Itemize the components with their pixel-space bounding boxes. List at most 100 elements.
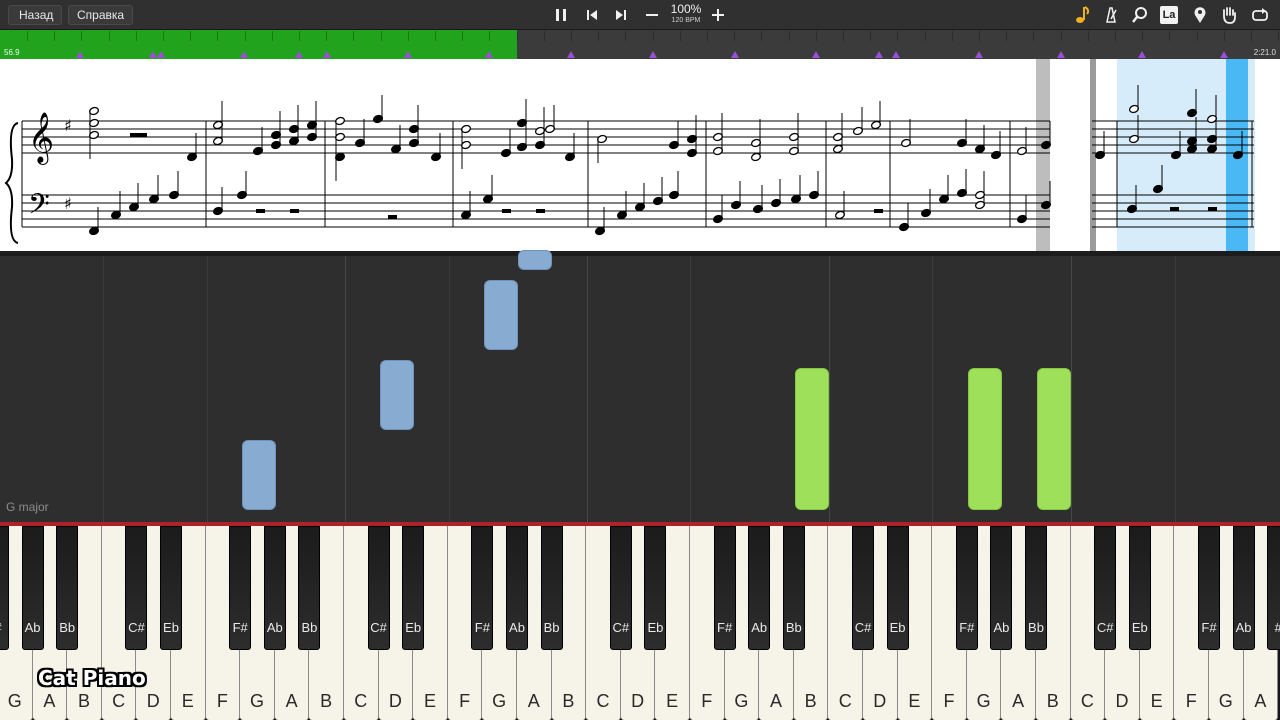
black-key[interactable]: F# [1198, 526, 1220, 650]
black-key[interactable]: C# [609, 526, 632, 650]
rest [1170, 207, 1179, 211]
black-key[interactable]: Bb [540, 526, 563, 650]
grid-line [103, 256, 104, 522]
loop-icon[interactable] [1249, 4, 1271, 26]
black-key[interactable]: Eb [886, 526, 909, 650]
back-button[interactable]: Назад [8, 5, 63, 25]
black-key[interactable]: Ab [21, 526, 44, 650]
minus-icon[interactable] [641, 4, 663, 26]
grid-line [1175, 256, 1176, 522]
total-time: 2:21.0 [1253, 48, 1276, 57]
playhead-shadow [1036, 59, 1050, 251]
skip-back-icon[interactable] [581, 4, 603, 26]
timeline-marker [1220, 51, 1228, 58]
timeline-tick [462, 31, 464, 41]
white-key-label: D [873, 691, 887, 711]
black-key[interactable]: Bb [56, 526, 79, 650]
black-key[interactable]: Eb [1128, 526, 1151, 650]
timeline-marker [295, 51, 303, 58]
key-signature-label: G major [6, 500, 49, 514]
timeline-tick [435, 31, 436, 41]
black-key[interactable]: C# [1094, 526, 1117, 650]
rest [536, 209, 545, 213]
timeline-tick [897, 31, 899, 41]
white-key-label: A [769, 691, 782, 711]
black-key[interactable]: C# [852, 526, 874, 650]
note-icon[interactable] [1071, 4, 1093, 26]
black-key[interactable]: C# [125, 526, 148, 650]
timeline-marker [240, 51, 248, 58]
zoom-percent: 100% [670, 2, 702, 16]
black-key[interactable]: F# [229, 526, 252, 650]
black-key[interactable]: Bb [1025, 526, 1047, 650]
timeline-tick [217, 31, 219, 41]
falling-note-right-hand [1037, 368, 1071, 510]
timeline-tick [244, 31, 246, 41]
black-key-label: Bb [1028, 620, 1044, 635]
score-svg: 𝄞 𝄢 ♯ ♯ [4, 59, 1255, 251]
black-key[interactable]: Eb [160, 526, 182, 650]
magnifier-icon[interactable] [1129, 4, 1151, 26]
grand-staff-brace [4, 122, 19, 244]
black-key[interactable]: Ab [1232, 526, 1255, 650]
black-key[interactable]: # [0, 526, 9, 650]
falling-note-left-hand [380, 360, 414, 430]
timeline-tick [1087, 31, 1089, 41]
black-key-label: F# [1201, 620, 1217, 635]
pause-icon[interactable] [550, 4, 572, 26]
white-key-label: C [354, 691, 368, 711]
timeline-tick [81, 31, 83, 41]
hand-icon[interactable] [1218, 4, 1240, 26]
black-key[interactable]: Eb [402, 526, 425, 650]
white-key-label: D [146, 691, 160, 711]
black-key[interactable]: Eb [644, 526, 667, 650]
black-key[interactable]: Ab [748, 526, 771, 650]
black-key[interactable]: Ab [506, 526, 528, 650]
black-key-label: F# [959, 620, 975, 635]
falling-notes-area: G major [0, 250, 1280, 522]
black-key-label: Bb [301, 620, 318, 635]
white-key-label: E [666, 691, 679, 711]
rest [290, 209, 299, 213]
white-key-label: G [976, 691, 991, 711]
white-key-label: B [804, 691, 817, 711]
black-key[interactable]: F# [955, 526, 978, 650]
piano-keyboard[interactable]: GABCDEFGABCDEFGABCDEFGABCDEFGABCDEFGA#Ab… [0, 526, 1280, 720]
timeline-marker [323, 51, 331, 58]
black-key-label: C# [1096, 620, 1114, 635]
timeline-tick [271, 31, 273, 41]
timeline-tick [1223, 31, 1225, 41]
la-icon[interactable]: La [1160, 6, 1178, 24]
help-button[interactable]: Справка [68, 5, 134, 25]
timeline-scrubber[interactable]: 56.9 2:21.0 [0, 30, 1280, 59]
treble-key-sharp: ♯ [64, 116, 72, 135]
black-key[interactable]: Bb [782, 526, 805, 650]
location-pin-icon[interactable] [1189, 4, 1211, 26]
black-key-label: Ab [266, 620, 283, 635]
white-key-label: F [1185, 691, 1197, 711]
timeline-tick [571, 31, 572, 41]
black-key[interactable]: C# [367, 526, 390, 650]
timeline-marker [485, 51, 493, 58]
white-key-label: F [701, 691, 713, 711]
black-key-label: F# [232, 620, 248, 635]
falling-note-left-hand [484, 280, 518, 350]
black-key[interactable]: Bb [298, 526, 321, 650]
black-key-label: Bb [785, 620, 802, 635]
rest [388, 215, 397, 219]
treble-clef: 𝄞 [28, 112, 54, 165]
black-key[interactable]: F# [713, 526, 736, 650]
grid-line [932, 256, 933, 522]
plus-icon[interactable] [707, 4, 729, 26]
black-key-label: # [0, 620, 14, 635]
black-key[interactable]: # [1267, 526, 1280, 650]
black-key[interactable]: Ab [990, 526, 1013, 650]
timeline-tick [380, 31, 382, 41]
black-key[interactable]: F# [471, 526, 494, 650]
metronome-icon[interactable] [1100, 4, 1122, 26]
skip-forward-icon[interactable] [610, 4, 632, 26]
black-key[interactable]: Ab [263, 526, 286, 650]
timeline-tick [1006, 31, 1008, 41]
white-key-label: C [112, 691, 126, 711]
timeline-marker [404, 51, 412, 58]
